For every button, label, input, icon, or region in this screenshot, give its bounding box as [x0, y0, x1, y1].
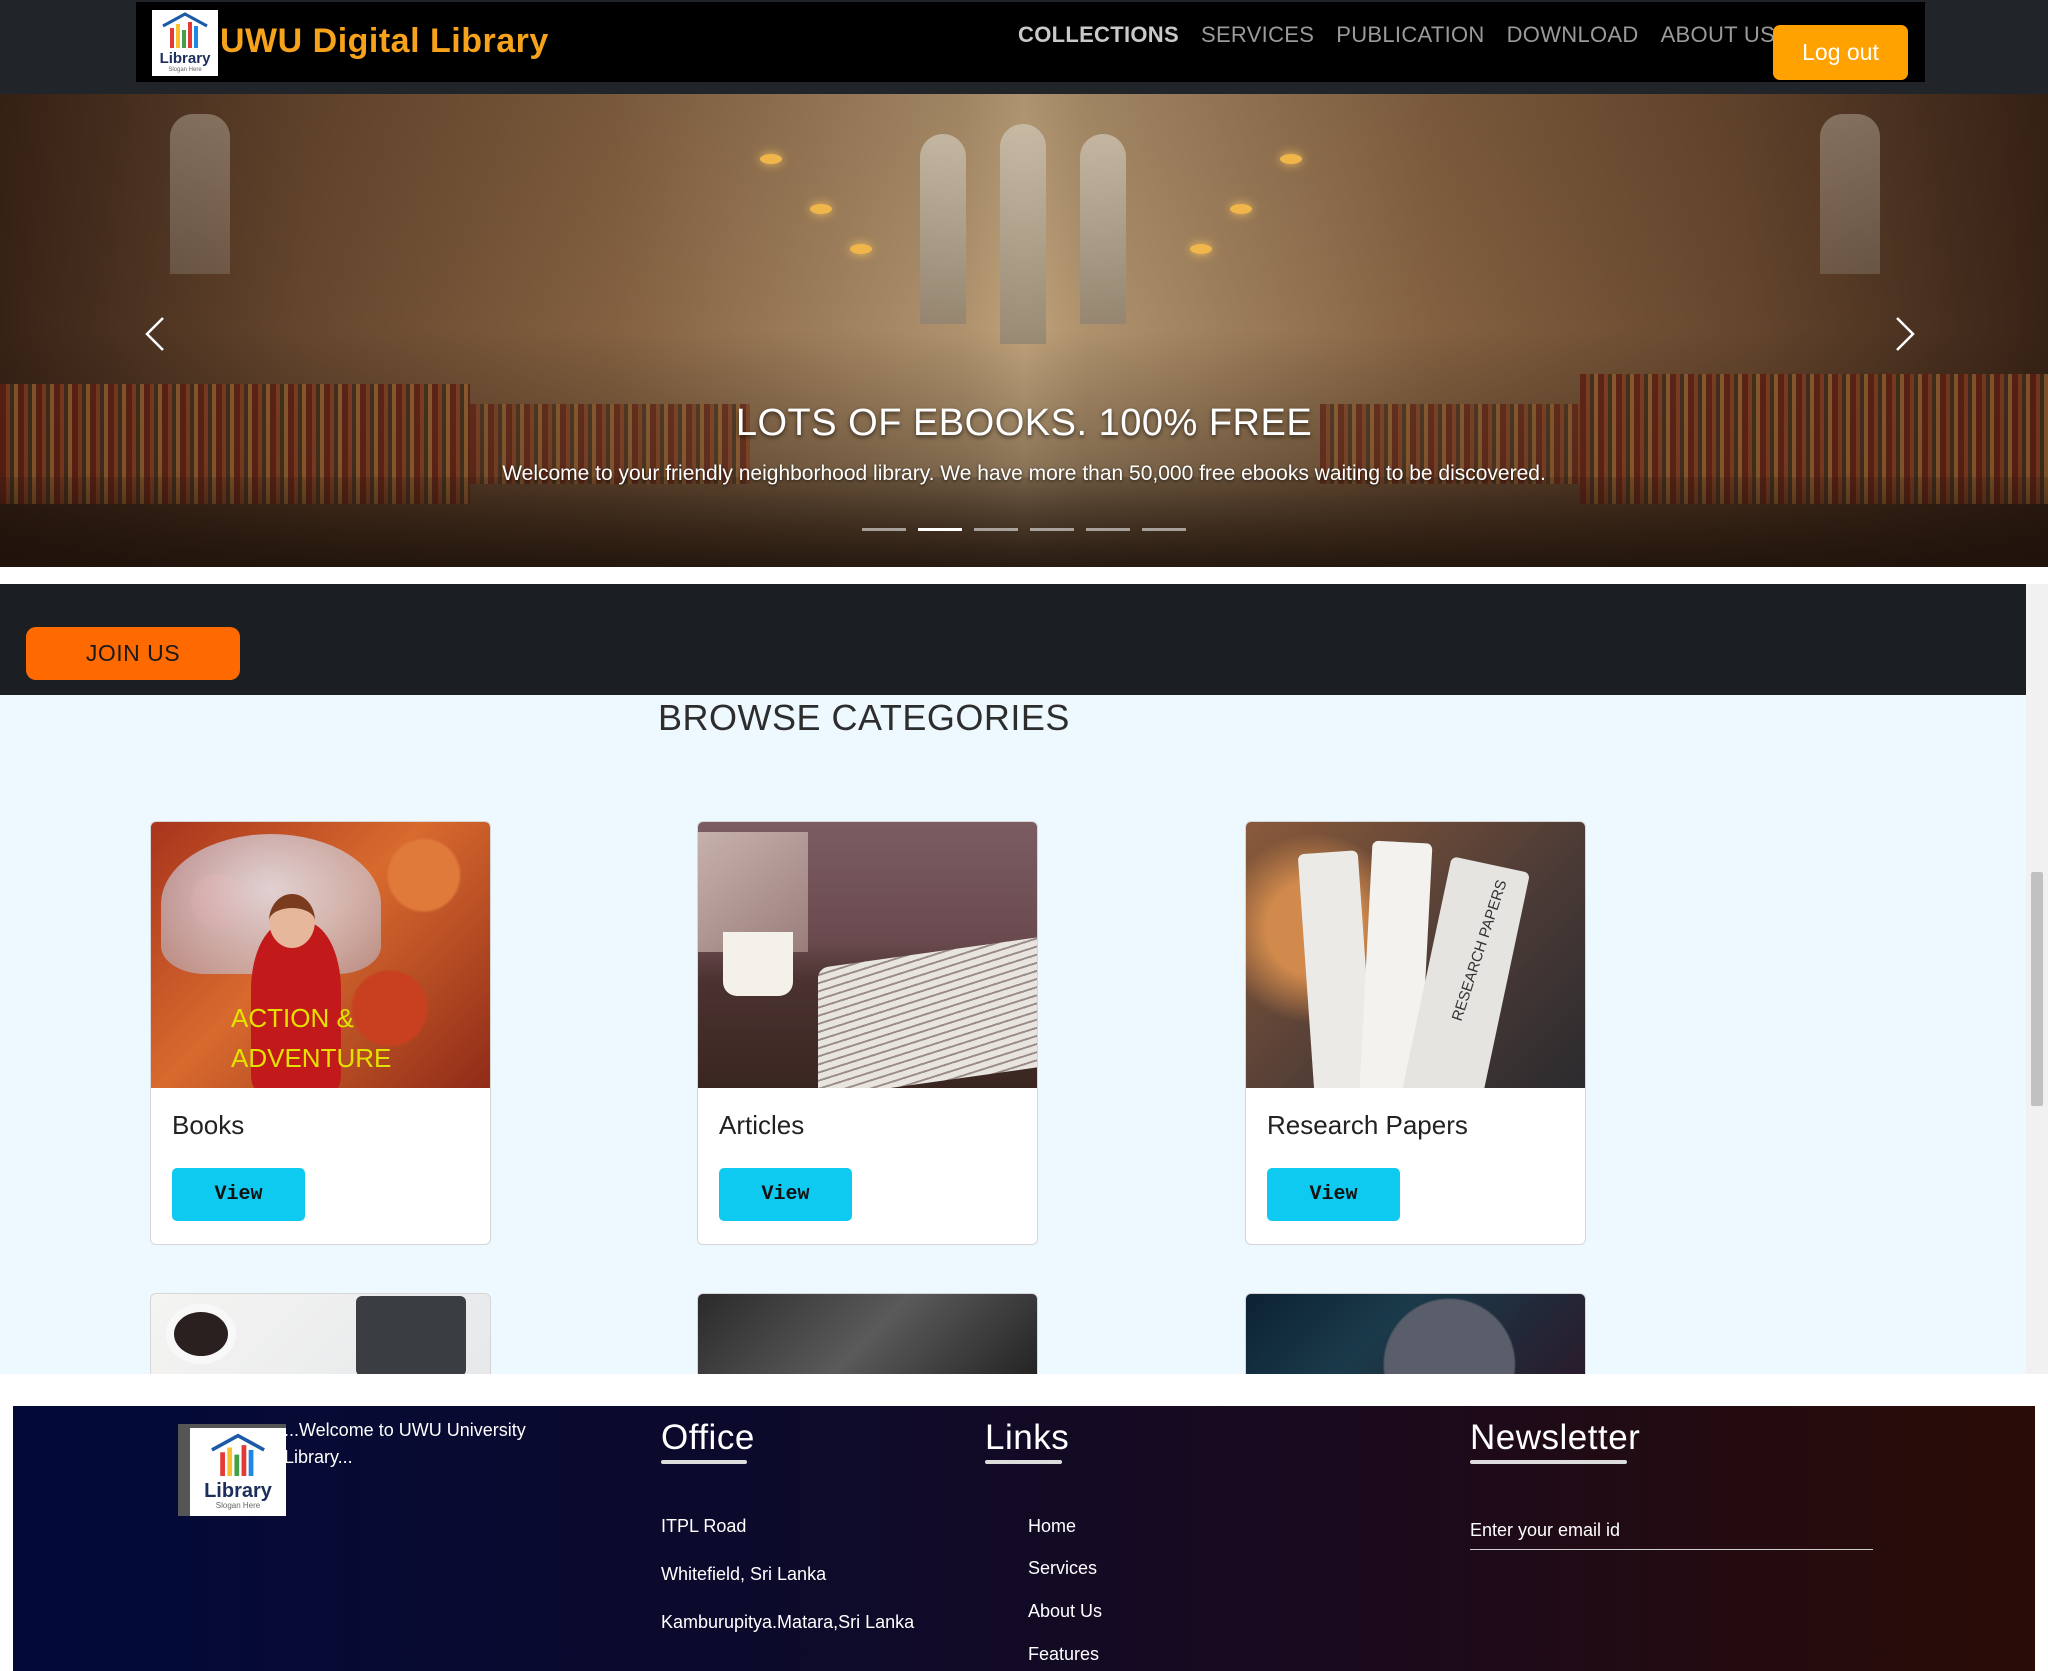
nav-link-publication[interactable]: PUBLICATION [1336, 22, 1484, 48]
lamp-decoration [810, 204, 832, 214]
category-card-research-papers: RESEARCH PAPERS Research Papers View [1245, 821, 1586, 1245]
footer-heading-newsletter: Newsletter [1470, 1418, 1641, 1464]
library-logo[interactable]: Library Slogan Here [152, 10, 218, 76]
lamp-decoration [1230, 204, 1252, 214]
footer-link-about-us[interactable]: About Us [1028, 1601, 1102, 1622]
footer-logo-slogan: Slogan Here [215, 1501, 261, 1510]
office-address-line: Whitefield, Sri Lanka [661, 1564, 827, 1584]
footer-heading-office: Office [661, 1418, 755, 1464]
lamp-decoration [760, 154, 782, 164]
view-research-papers-button[interactable]: View [1267, 1168, 1400, 1221]
category-card-partial [150, 1293, 491, 1374]
hero-title: LOTS OF EBOOKS. 100% FREE [735, 402, 1313, 444]
carousel-indicator[interactable] [862, 528, 906, 531]
carousel-indicator[interactable] [1030, 528, 1074, 531]
magazine-stack [818, 935, 1037, 1088]
carousel-indicators [862, 528, 1186, 531]
hero-subtitle: Welcome to your friendly neighborhood li… [502, 462, 1546, 485]
section-title: BROWSE CATEGORIES [658, 697, 1070, 738]
footer-heading-links: Links [985, 1418, 1070, 1464]
chevron-left-icon [145, 317, 164, 351]
join-us-button[interactable]: JOIN US [26, 627, 240, 680]
logo-text: Library [159, 50, 211, 67]
nav-link-services[interactable]: SERVICES [1201, 22, 1314, 48]
calculator-shape [356, 1296, 466, 1374]
office-address-line: Kamburupitya.Matara,Sri Lanka [661, 1612, 915, 1632]
chevron-right-icon [1896, 317, 1915, 351]
view-books-button[interactable]: View [172, 1168, 305, 1221]
nav-link-collections[interactable]: COLLECTIONS [1018, 22, 1179, 48]
hero-carousel: LOTS OF EBOOKS. 100% FREE Welcome to you… [0, 94, 2048, 567]
brand-title[interactable]: UWU Digital Library [220, 22, 549, 61]
lamp-decoration [1280, 154, 1302, 164]
nav-links: COLLECTIONS SERVICES PUBLICATION DOWNLOA… [1018, 22, 1775, 48]
books-card-image: ACTION & ADVENTURE [151, 822, 490, 1088]
browse-categories-section: BROWSE CATEGORIES ACTION & ADVENTURE Boo… [0, 695, 2026, 1374]
navbar-background: Library Slogan Here UWU Digital Library … [0, 0, 2048, 94]
library-logo-icon [211, 1433, 265, 1476]
window-decoration [1080, 134, 1126, 324]
office-address-line: ITPL Road [661, 1516, 747, 1536]
footer-library-logo[interactable]: Library Slogan Here [178, 1424, 286, 1516]
footer-link-features[interactable]: Features [1028, 1644, 1099, 1665]
carousel-next-button[interactable] [1880, 309, 1930, 359]
join-bar: JOIN US [0, 584, 2026, 695]
window-decoration [1820, 114, 1880, 274]
books-image-caption: ACTION & ADVENTURE [231, 1003, 392, 1073]
footer: Library Slogan Here ...Welcome to UWU Un… [13, 1406, 2035, 1671]
footer-link-services[interactable]: Services [1028, 1558, 1097, 1579]
nav-link-about-us[interactable]: ABOUT US [1661, 22, 1775, 48]
nav-link-download[interactable]: DOWNLOAD [1507, 22, 1639, 48]
research-papers-card-image: RESEARCH PAPERS [1246, 822, 1585, 1088]
window-decoration [170, 114, 230, 274]
lamp-decoration [1190, 244, 1212, 254]
coffee-cup-shape [166, 1304, 236, 1364]
page-scrollbar[interactable] [2026, 584, 2048, 1374]
footer-welcome-text: ...Welcome to UWU University Library... [284, 1420, 526, 1467]
carousel-indicator[interactable] [974, 528, 1018, 531]
newsletter-email-input[interactable] [1470, 1512, 1873, 1550]
carousel-prev-button[interactable] [130, 309, 180, 359]
window-decoration [920, 134, 966, 324]
category-card-partial [1245, 1293, 1586, 1374]
footer-logo-text: Library [204, 1480, 272, 1502]
window-decoration [1000, 124, 1046, 344]
category-card-partial [697, 1293, 1038, 1374]
card-label-articles: Articles [719, 1110, 805, 1140]
carousel-indicator[interactable] [1142, 528, 1186, 531]
logout-button[interactable]: Log out [1773, 25, 1908, 80]
hero-floor-shade [0, 477, 2048, 567]
carousel-indicator[interactable] [1086, 528, 1130, 531]
scrollbar-thumb[interactable] [2031, 872, 2043, 1106]
logo-slogan: Slogan Here [168, 67, 202, 73]
category-card-articles: Articles View [697, 821, 1038, 1245]
card-label-research-papers: Research Papers [1267, 1110, 1468, 1140]
person-head [269, 894, 315, 948]
coffee-cup [723, 932, 793, 996]
category-card-books: ACTION & ADVENTURE Books View [150, 821, 491, 1245]
carousel-indicator-active[interactable] [918, 528, 962, 531]
lamp-decoration [850, 244, 872, 254]
page: Library Slogan Here UWU Digital Library … [0, 0, 2048, 1671]
library-logo-icon [162, 12, 208, 48]
articles-card-image [698, 822, 1037, 1088]
view-articles-button[interactable]: View [719, 1168, 852, 1221]
navbar: Library Slogan Here UWU Digital Library … [136, 2, 1925, 82]
footer-link-home[interactable]: Home [1028, 1516, 1076, 1537]
card-label-books: Books [172, 1110, 245, 1140]
